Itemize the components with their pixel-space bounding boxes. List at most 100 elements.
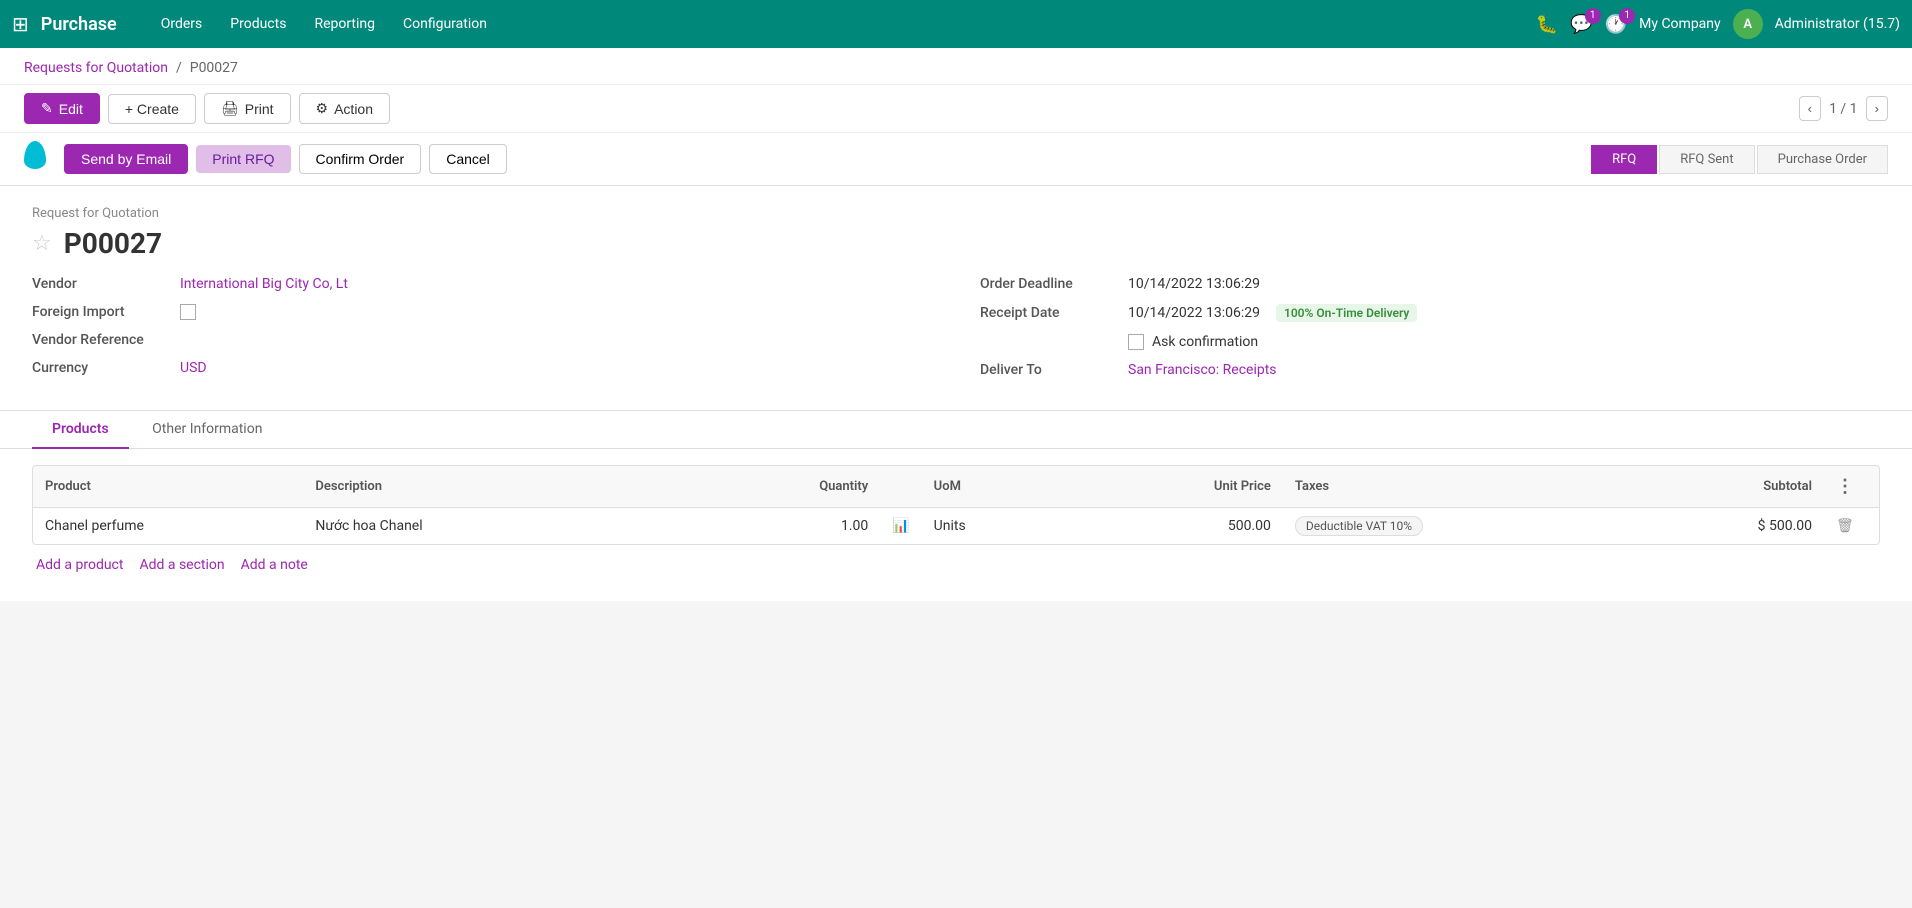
activity-icon[interactable]: 🕐 1	[1605, 14, 1627, 35]
form-header: Request for Quotation ☆ P00027 Vendor In…	[0, 186, 1912, 411]
receipt-date-label: Receipt Date	[980, 305, 1120, 321]
next-page-button[interactable]: ›	[1866, 96, 1888, 121]
order-deadline-label: Order Deadline	[980, 276, 1120, 292]
row-delete[interactable]: 🗑	[1824, 508, 1879, 545]
edit-button[interactable]: ✎ Edit	[24, 93, 100, 124]
col-header-unit-price: Unit Price	[1102, 466, 1283, 508]
products-table: Product Description Quantity UoM Unit Pr…	[33, 466, 1879, 544]
prev-page-button[interactable]: ‹	[1799, 96, 1821, 121]
user-avatar[interactable]: A	[1733, 9, 1763, 39]
add-links: Add a product Add a section Add a note	[32, 545, 1880, 585]
user-name: Administrator (15.7)	[1775, 16, 1900, 32]
row-unit-price[interactable]: 500.00	[1102, 508, 1283, 545]
add-note-link[interactable]: Add a note	[241, 557, 308, 573]
send-email-button[interactable]: Send by Email	[64, 144, 188, 174]
company-name: My Company	[1639, 16, 1721, 32]
menu-products[interactable]: Products	[218, 10, 298, 38]
main-menu: Orders Products Reporting Configuration	[149, 10, 1528, 38]
ask-confirmation-row: Ask confirmation	[1128, 334, 1258, 350]
col-header-description: Description	[303, 466, 663, 508]
gear-icon: ⚙	[316, 100, 329, 117]
record-id: P00027	[64, 227, 162, 260]
vendor-ref-label: Vendor Reference	[32, 332, 172, 348]
app-title: Purchase	[41, 14, 117, 35]
tab-products[interactable]: Products	[32, 411, 129, 449]
delete-row-icon[interactable]: 🗑	[1836, 518, 1854, 534]
top-navigation: ⊞ Purchase Orders Products Reporting Con…	[0, 0, 1912, 48]
favorite-star-icon[interactable]: ☆	[32, 231, 52, 256]
action-bar: Send by Email Print RFQ Confirm Order Ca…	[0, 133, 1912, 186]
create-button[interactable]: + Create	[108, 94, 196, 124]
ask-confirmation-label: Ask confirmation	[1152, 334, 1258, 350]
breadcrumb-current: P00027	[190, 60, 238, 76]
deliver-to-label: Deliver To	[980, 362, 1120, 378]
col-header-quantity: Quantity	[664, 466, 881, 508]
activity-badge: 1	[1619, 8, 1635, 24]
left-fields: Vendor International Big City Co, Lt For…	[32, 276, 932, 390]
step-rfq-sent[interactable]: RFQ Sent	[1659, 145, 1754, 174]
form-content: Request for Quotation ☆ P00027 Vendor In…	[0, 186, 1912, 601]
edit-icon: ✎	[41, 100, 53, 117]
record-type: Request for Quotation	[32, 206, 1880, 221]
tab-other-info[interactable]: Other Information	[132, 411, 282, 449]
cancel-button[interactable]: Cancel	[429, 144, 507, 174]
right-fields: Order Deadline 10/14/2022 13:06:29 Recei…	[980, 276, 1880, 390]
add-product-link[interactable]: Add a product	[36, 557, 123, 573]
products-section: Product Description Quantity UoM Unit Pr…	[0, 449, 1912, 601]
row-description[interactable]: Nước hoa Chanel	[303, 508, 663, 545]
vendor-label: Vendor	[32, 276, 172, 292]
vendor-value[interactable]: International Big City Co, Lt	[180, 276, 348, 292]
foreign-import-label: Foreign Import	[32, 304, 172, 320]
row-subtotal: $ 500.00	[1607, 508, 1824, 545]
products-table-wrapper: Product Description Quantity UoM Unit Pr…	[32, 465, 1880, 545]
add-section-link[interactable]: Add a section	[139, 557, 224, 573]
step-rfq[interactable]: RFQ	[1591, 145, 1657, 174]
table-header-row: Product Description Quantity UoM Unit Pr…	[33, 466, 1879, 508]
ask-confirmation-checkbox[interactable]	[1128, 334, 1144, 350]
print-button[interactable]: 🖨 Print	[204, 93, 291, 124]
tax-badge: Deductible VAT 10%	[1295, 516, 1423, 536]
action-button[interactable]: ⚙ Action	[299, 93, 390, 124]
receipt-date-value: 10/14/2022 13:06:29	[1128, 305, 1260, 321]
record-id-row: ☆ P00027	[32, 227, 1880, 260]
deliver-to-value[interactable]: San Francisco: Receipts	[1128, 362, 1277, 378]
chart-icon: 📊	[892, 518, 909, 534]
messages-icon[interactable]: 💬 1	[1570, 14, 1592, 35]
grid-icon[interactable]: ⊞	[12, 12, 29, 36]
table-row: Chanel perfume Nước hoa Chanel 1.00 📊 Un…	[33, 508, 1879, 545]
row-chart-icon[interactable]: 📊	[880, 508, 921, 545]
breadcrumb: Requests for Quotation / P00027	[0, 48, 1912, 85]
bug-icon[interactable]: 🐛	[1536, 14, 1558, 35]
column-options-icon[interactable]: ⋮	[1836, 476, 1854, 497]
on-time-badge: 100% On-Time Delivery	[1276, 304, 1417, 322]
col-header-chart	[880, 466, 921, 508]
tabs: Products Other Information	[0, 411, 1912, 449]
breadcrumb-separator: /	[176, 60, 182, 76]
row-taxes: Deductible VAT 10%	[1283, 508, 1607, 545]
row-uom[interactable]: Units	[922, 508, 1102, 545]
confirm-order-button[interactable]: Confirm Order	[299, 144, 422, 174]
row-product[interactable]: Chanel perfume	[33, 508, 303, 545]
col-header-product: Product	[33, 466, 303, 508]
breadcrumb-parent[interactable]: Requests for Quotation	[24, 60, 168, 76]
row-quantity[interactable]: 1.00	[664, 508, 881, 545]
status-steps: RFQ RFQ Sent Purchase Order	[1591, 145, 1888, 174]
col-header-uom: UoM	[922, 466, 1102, 508]
step-purchase-order[interactable]: Purchase Order	[1757, 145, 1888, 174]
droplet-indicator	[24, 141, 56, 177]
currency-value[interactable]: USD	[180, 360, 207, 376]
print-icon: 🖨	[221, 100, 239, 117]
col-header-taxes: Taxes	[1283, 466, 1607, 508]
menu-reporting[interactable]: Reporting	[302, 10, 387, 38]
currency-label: Currency	[32, 360, 172, 376]
menu-orders[interactable]: Orders	[149, 10, 215, 38]
pagination: ‹ 1 / 1 ›	[1799, 96, 1888, 121]
print-rfq-button[interactable]: Print RFQ	[196, 145, 290, 173]
nav-right: 🐛 💬 1 🕐 1 My Company A Administrator (15…	[1536, 9, 1900, 39]
foreign-import-checkbox[interactable]	[180, 304, 196, 320]
col-header-actions: ⋮	[1824, 466, 1879, 508]
messages-badge: 1	[1585, 8, 1601, 24]
col-header-subtotal: Subtotal	[1607, 466, 1824, 508]
menu-configuration[interactable]: Configuration	[391, 10, 499, 38]
order-deadline-value: 10/14/2022 13:06:29	[1128, 276, 1260, 292]
